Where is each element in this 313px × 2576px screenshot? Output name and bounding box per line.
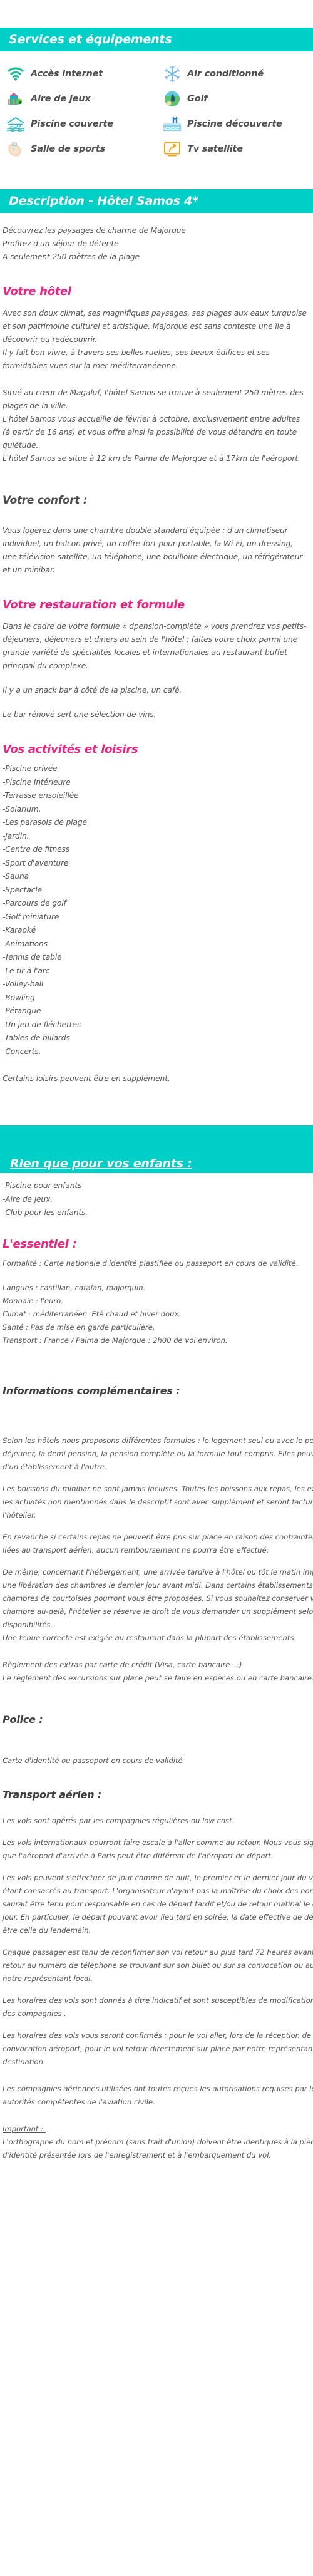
list-item: -Tables de billards [3, 1033, 70, 1042]
heading-restauration: Votre restauration et formule [3, 598, 185, 611]
heading-essentiel: L'essentiel : [3, 1237, 77, 1251]
air-transport-paragraph-3: Les vols peuvent s'effectuer de jour com… [3, 1873, 313, 1935]
dining-paragraph-3: Le bar rénové sert une sélection de vins… [3, 710, 156, 719]
description-intro: Découvrez les paysages de charme de Majo… [3, 226, 186, 261]
list-item: -Solarium. [3, 804, 41, 814]
service-label: Piscine découverte [187, 119, 282, 129]
essentials-formality: Formalité : Carte nationale d'identité p… [3, 1258, 299, 1268]
list-item: -Piscine Intérieure [3, 777, 71, 787]
list-item: -Parcours de golf [3, 899, 66, 908]
heading-votre-hotel: Votre hôtel [3, 285, 71, 298]
outdoor-pool-icon [163, 115, 182, 133]
list-item: -Concerts. [3, 1047, 41, 1056]
additional-info-paragraph-1: Selon les hôtels nous proposons différen… [3, 1435, 313, 1471]
list-item: -Pétanque [3, 1006, 41, 1015]
services-grid: Accès internet Air conditionné Aire de j… [0, 51, 313, 162]
list-item: -Volley-ball [3, 980, 44, 988]
list-item: -Animations [3, 939, 48, 948]
essentials-transport: Transport : France / Palma de Majorque :… [3, 1335, 228, 1345]
list-item: -Un jeu de fléchettes [3, 1020, 81, 1029]
golf-icon [163, 90, 182, 108]
heading-activites-loisirs: Vos activités et loisirs [3, 743, 138, 756]
heading-votre-confort: Votre confort : [3, 494, 88, 507]
service-item-aire-de-jeux: Aire de jeux [0, 86, 156, 111]
list-item: -Piscine privée [3, 764, 58, 773]
service-item-air-conditionne: Air conditionné [156, 61, 313, 86]
essentials-climate: Climat : méditerranéen. Eté chaud et hiv… [3, 1309, 182, 1318]
kids-banner-title: Rien que pour vos enfants : [10, 1157, 192, 1171]
list-item: -Karaoké [3, 926, 36, 934]
list-item: -Spectacle [3, 885, 42, 894]
snowflake-icon [163, 65, 182, 83]
list-item: -Terrasse ensoleillée [3, 791, 79, 800]
air-transport-paragraph-2: Les vols internationaux pourront faire e… [3, 1838, 313, 1860]
air-transport-paragraph-5: Les horaires des vols sont donnés à titr… [3, 1995, 313, 2018]
list-item: -Le tir à l'arc [3, 966, 50, 975]
service-item-golf: Golf [156, 86, 313, 111]
list-item: -Centre de fitness [3, 845, 70, 854]
dining-paragraph-1: Dans le cadre de votre formule « dpensio… [3, 622, 307, 670]
services-banner-title: Services et équipements [9, 33, 172, 46]
wifi-icon [6, 65, 25, 83]
hotel-description-page: Services et équipements Accès internet A… [0, 0, 313, 2176]
hotel-paragraph-1: Avec son doux climat, ses magnifiques pa… [3, 309, 307, 370]
service-item-acces-internet: Accès internet [0, 61, 156, 86]
air-transport-paragraph-4: Chaque passager est tenu de reconfirmer … [3, 1947, 313, 1983]
service-item-tv-satellite: Tv satellite [156, 137, 313, 162]
air-transport-paragraph-1: Les vols sont opérés par les compagnies … [3, 1816, 235, 1825]
additional-info-paragraph-5: Règlement des extras par carte de crédit… [3, 1660, 313, 1682]
heading-police: Police : [3, 1713, 43, 1725]
essentials-currency: Monnaie : l'euro. [3, 1296, 63, 1305]
kids-list: -Piscine pour enfants -Aire de jeux. -Cl… [3, 1179, 309, 1220]
list-item: -Club pour les enfants. [3, 1208, 88, 1217]
indoor-pool-icon [6, 115, 25, 133]
list-item: -Sport d'aventure [3, 858, 69, 867]
important-text: L'orthographe du nom et prénom (sans tra… [3, 2137, 313, 2160]
list-item: -Bowling [3, 993, 35, 1002]
description-banner-title: Description - Hôtel Samos 4* [9, 194, 198, 208]
list-item: -Golf miniature [3, 912, 59, 921]
comfort-paragraph: Vous logerez dans une chambre double sta… [3, 526, 305, 574]
description-banner: Description - Hôtel Samos 4* [0, 189, 313, 213]
kids-banner: Rien que pour vos enfants : [0, 1125, 313, 1173]
service-label: Piscine couverte [31, 119, 113, 129]
gym-muscle-icon [6, 140, 25, 158]
list-item: -Aire de jeux. [3, 1194, 53, 1204]
service-label: Tv satellite [187, 144, 243, 154]
list-item: -Sauna [3, 872, 29, 881]
additional-info-paragraph-3: En revanche si certains repas ne peuvent… [3, 1532, 313, 1554]
service-item-piscine-couverte: Piscine couverte [0, 111, 156, 137]
police-paragraph: Carte d'identité ou passeport en cours d… [3, 1756, 183, 1765]
dining-paragraph-2: Il y a un snack bar à côté de la piscine… [3, 686, 182, 695]
service-label: Accès internet [31, 69, 103, 79]
service-item-piscine-decouverte: Piscine découverte [156, 111, 313, 137]
service-item-salle-de-sports: Salle de sports [0, 137, 156, 162]
satellite-tv-icon [163, 140, 182, 158]
service-label: Golf [187, 94, 208, 104]
heading-informations-complementaires: Informations complémentaires : [3, 1384, 180, 1397]
essentials-health: Santé : Pas de mise en garde particulièr… [3, 1322, 155, 1332]
hotel-paragraph-2: Situé au cœur de Magaluf, l'hôtel Samos … [3, 388, 304, 463]
heading-transport-aerien: Transport aérien : [3, 1788, 101, 1801]
important-label: Important : [3, 2124, 46, 2133]
essentials-language: Langues : castillan, catalan, majorquin. [3, 1283, 146, 1292]
additional-info-paragraph-2: Les boissons du minibar ne sont jamais i… [3, 1484, 313, 1519]
additional-info-paragraph-4: De même, concernant l'hébergement, une a… [3, 1567, 313, 1642]
services-banner: Services et équipements [0, 28, 313, 51]
air-transport-paragraph-6: Les horaires des vols vous seront confir… [3, 2030, 313, 2066]
list-item: -Piscine pour enfants [3, 1181, 82, 1190]
playground-icon [6, 90, 25, 108]
air-transport-paragraph-7: Les compagnies aériennes utilisées ont t… [3, 2084, 313, 2106]
service-label: Aire de jeux [31, 94, 91, 104]
list-item: -Tennis de table [3, 953, 62, 961]
service-label: Air conditionné [187, 69, 264, 79]
kids-body: -Piscine pour enfants -Aire de jeux. -Cl… [0, 1173, 313, 2176]
activities-list: -Piscine privée -Piscine Intérieure -Ter… [3, 762, 309, 1058]
activities-note: Certains loisirs peuvent être en supplém… [3, 1074, 170, 1083]
description-body: Découvrez les paysages de charme de Majo… [0, 213, 313, 1085]
list-item: -Jardin. [3, 831, 29, 841]
service-label: Salle de sports [31, 144, 105, 154]
list-item: -Les parasols de plage [3, 818, 87, 827]
